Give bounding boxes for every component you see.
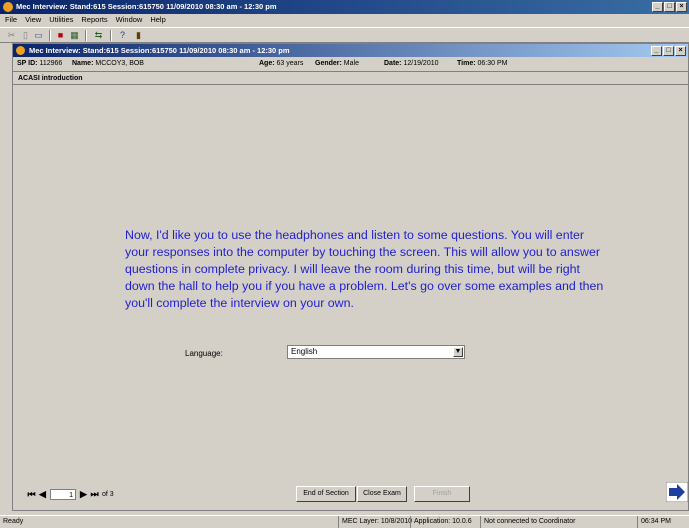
finish-button[interactable]: Finish bbox=[414, 486, 470, 502]
menu-help[interactable]: Help bbox=[146, 14, 169, 26]
menu-view[interactable]: View bbox=[21, 14, 45, 26]
window-title: Mec Interview: Stand:615 Session:615750 … bbox=[16, 2, 277, 11]
child-window-title: Mec Interview: Stand:615 Session:615750 … bbox=[29, 46, 290, 55]
help-icon[interactable]: ? bbox=[117, 30, 128, 41]
last-page-icon[interactable]: ⏭ bbox=[89, 488, 100, 500]
menu-file[interactable]: File bbox=[0, 14, 21, 26]
child-restore-button[interactable]: □ bbox=[663, 46, 674, 56]
page-navigator: ⏮ ◀ 1 ▶ ⏭ of 3 bbox=[26, 487, 114, 501]
open-folder-icon[interactable]: ▭ bbox=[33, 30, 44, 41]
age-label: Age: bbox=[259, 60, 275, 67]
status-connection: Not connected to Coordinator bbox=[480, 516, 575, 528]
language-label: Language: bbox=[185, 349, 223, 358]
child-title-bar[interactable]: Mec Interview: Stand:615 Session:615750 … bbox=[13, 44, 688, 57]
date-label: Date: bbox=[384, 60, 402, 67]
prev-page-icon[interactable]: ◀ bbox=[37, 488, 48, 500]
main-title-bar[interactable]: Mec Interview: Stand:615 Session:615750 … bbox=[0, 0, 689, 14]
page-count: of 3 bbox=[102, 490, 114, 498]
stop-icon[interactable]: ■ bbox=[55, 30, 66, 41]
date-value: 12/19/2010 bbox=[403, 60, 439, 67]
sp-id-value: 112966 bbox=[39, 60, 63, 67]
gender-value: Male bbox=[343, 60, 359, 67]
language-select[interactable]: English ▼ bbox=[287, 345, 465, 359]
menu-utilities[interactable]: Utilities bbox=[45, 14, 77, 26]
age-value: 63 years bbox=[276, 60, 304, 67]
menu-reports[interactable]: Reports bbox=[77, 14, 111, 26]
end-of-section-button[interactable]: End of Section bbox=[296, 486, 356, 502]
time-value: 06:30 PM bbox=[477, 60, 508, 67]
name-label: Name: bbox=[72, 60, 94, 67]
grid-icon[interactable]: ▦ bbox=[69, 30, 80, 41]
close-button[interactable]: × bbox=[676, 2, 687, 12]
next-arrow-icon[interactable] bbox=[666, 482, 688, 502]
status-bar: Ready MEC Layer: 10/8/2010 Application: … bbox=[0, 515, 689, 528]
section-title: ACASI introduction bbox=[13, 72, 688, 85]
menu-bar: File View Utilities Reports Window Help bbox=[0, 14, 689, 26]
next-page-icon[interactable]: ▶ bbox=[78, 488, 89, 500]
gender-label: Gender: bbox=[315, 60, 342, 67]
status-clock: 06:34 PM bbox=[637, 516, 671, 528]
child-close-button[interactable]: × bbox=[675, 46, 686, 56]
cut-icon[interactable]: ✂ bbox=[6, 30, 17, 41]
minimize-button[interactable]: _ bbox=[652, 2, 663, 12]
sp-id-label: SP ID: bbox=[17, 60, 38, 67]
new-file-icon[interactable]: ▯ bbox=[20, 30, 31, 41]
transfer-icon[interactable]: ⇆ bbox=[93, 30, 104, 41]
page-number-field[interactable]: 1 bbox=[50, 488, 76, 500]
exit-icon[interactable]: ▮ bbox=[133, 30, 144, 41]
app-icon bbox=[3, 2, 13, 12]
restore-button[interactable]: □ bbox=[664, 2, 675, 12]
close-exam-button[interactable]: Close Exam bbox=[357, 486, 407, 502]
menu-window[interactable]: Window bbox=[112, 14, 147, 26]
time-label: Time: bbox=[457, 60, 476, 67]
chevron-down-icon[interactable]: ▼ bbox=[453, 347, 463, 357]
language-selected-value: English bbox=[291, 347, 318, 356]
status-application: Application: 10.0.6 bbox=[410, 516, 472, 528]
status-ready: Ready bbox=[3, 518, 24, 525]
interview-window: Mec Interview: Stand:615 Session:615750 … bbox=[12, 43, 689, 511]
interviewer-prompt: Now, I'd like you to use the headphones … bbox=[125, 228, 604, 310]
first-page-icon[interactable]: ⏮ bbox=[26, 488, 37, 500]
participant-info-bar: SP ID: 112966 Name: MCCOY3, BOB Age: 63 … bbox=[13, 57, 688, 72]
status-mec-layer: MEC Layer: 10/8/2010 bbox=[338, 516, 412, 528]
child-minimize-button[interactable]: _ bbox=[651, 46, 662, 56]
name-value: MCCOY3, BOB bbox=[95, 60, 144, 67]
child-app-icon bbox=[16, 46, 25, 55]
toolbar: ✂ ▯ ▭ ■ ▦ ⇆ ? ▮ bbox=[0, 27, 689, 43]
